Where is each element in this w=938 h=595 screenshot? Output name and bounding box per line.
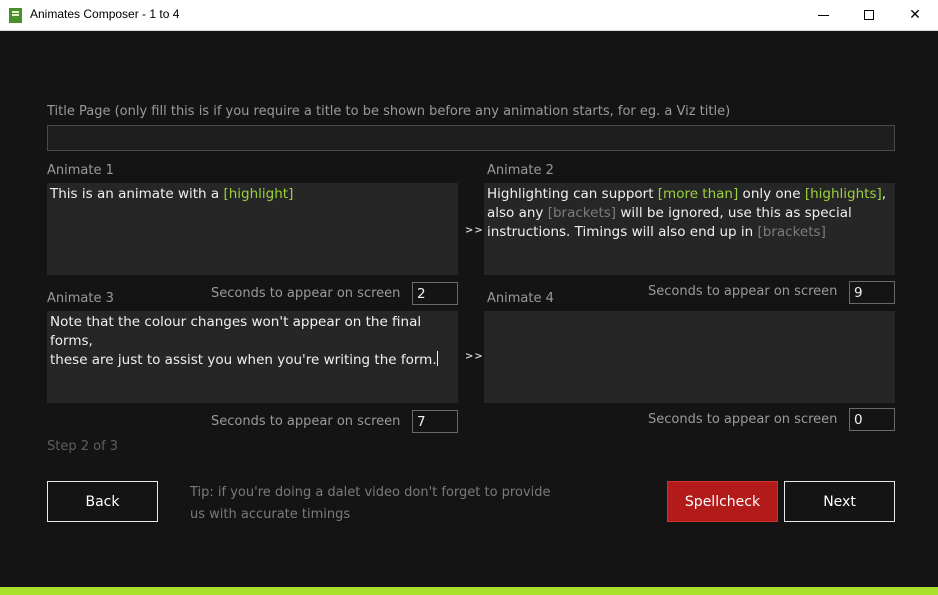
animate2-line2: also any [brackets] will be ignored, use… (487, 205, 852, 221)
animate3-seconds-label: Seconds to appear on screen (211, 414, 401, 429)
animate4-textarea[interactable] (484, 311, 895, 403)
animate2-textarea[interactable]: Highlighting can support [more than] onl… (484, 183, 895, 275)
animate1-highlight: [highlight] (223, 186, 294, 202)
animate3-seconds-input[interactable]: 7 (412, 410, 458, 433)
title-page-label: Title Page (only fill this is if you req… (47, 104, 731, 119)
arrow-3-4: >> (465, 351, 484, 362)
accent-bar (0, 587, 938, 595)
animate3-line2: these are just to assist you when you're… (50, 351, 438, 368)
animate4-label: Animate 4 (487, 291, 554, 306)
animate1-seconds-input[interactable]: 2 (412, 282, 458, 305)
app-icon (9, 8, 22, 23)
close-button[interactable]: ✕ (892, 0, 938, 30)
back-button[interactable]: Back (47, 481, 158, 522)
animate1-label: Animate 1 (47, 163, 114, 178)
animate3-line1: Note that the colour changes won't appea… (50, 314, 422, 349)
maximize-icon (864, 10, 874, 20)
animate2-seconds-input[interactable]: 9 (849, 281, 895, 304)
window-title: Animates Composer - 1 to 4 (30, 7, 180, 21)
text-caret (436, 351, 438, 366)
window-titlebar: Animates Composer - 1 to 4 ✕ (0, 0, 938, 31)
animate3-textarea[interactable]: Note that the colour changes won't appea… (47, 311, 458, 403)
animate2-line1: Highlighting can support [more than] onl… (487, 186, 887, 202)
minimize-button[interactable] (800, 0, 846, 30)
animate4-seconds-input[interactable]: 0 (849, 408, 895, 431)
maximize-button[interactable] (846, 0, 892, 30)
close-icon: ✕ (909, 7, 921, 23)
minimize-icon (817, 14, 829, 16)
tip-text: Tip: if you're doing a dalet video don't… (190, 485, 551, 522)
animate1-text: This is an animate with a (50, 186, 224, 202)
animate1-seconds-label: Seconds to appear on screen (211, 286, 401, 301)
next-button[interactable]: Next (784, 481, 895, 522)
animate2-label: Animate 2 (487, 163, 554, 178)
title-page-input[interactable] (47, 125, 895, 151)
arrow-1-2: >> (465, 225, 484, 236)
animate3-label: Animate 3 (47, 291, 114, 306)
animate4-seconds-label: Seconds to appear on screen (648, 412, 838, 427)
animate1-textarea[interactable]: This is an animate with a [highlight] (47, 183, 458, 275)
animate2-line3: instructions. Timings will also end up i… (487, 224, 826, 240)
step-indicator: Step 2 of 3 (47, 439, 119, 454)
spellcheck-button[interactable]: Spellcheck (667, 481, 778, 522)
animate2-seconds-label: Seconds to appear on screen (648, 284, 838, 299)
